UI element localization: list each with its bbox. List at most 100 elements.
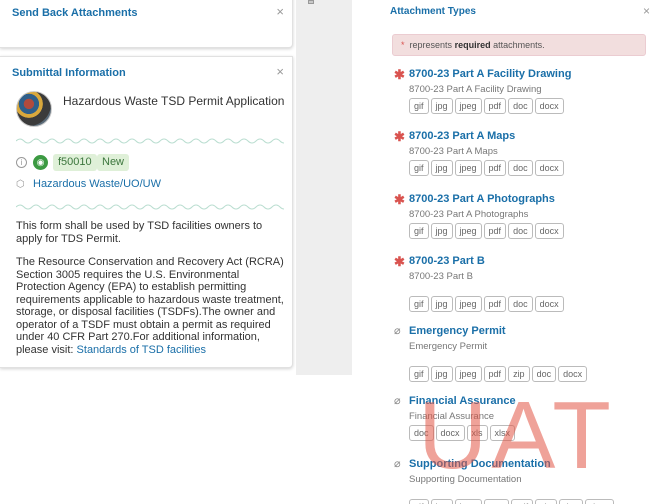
file-extension-badge: doc <box>558 499 584 504</box>
globe-icon: ◉ <box>33 155 48 170</box>
file-extension-badge: docx <box>534 296 564 312</box>
send-back-header: Send Back Attachments × <box>0 0 292 25</box>
left-column: Send Back Attachments × Submittal Inform… <box>0 0 295 504</box>
paperclip-icon: ⌀ <box>394 458 401 470</box>
file-extension-badge: jpg <box>430 296 453 312</box>
file-extension-badge: jpg <box>430 98 453 114</box>
required-note-post: attachments. <box>493 40 545 50</box>
submittal-information-panel: Submittal Information × Hazardous Waste … <box>0 56 293 368</box>
attachment-name-link[interactable]: Supporting Documentation <box>409 458 551 470</box>
file-extension-badge: doc <box>508 223 533 239</box>
file-extension-badge: doc <box>531 366 557 382</box>
extension-list: gif jpg jpeg pdf doc docx <box>409 160 564 176</box>
attachment-types-title: Attachment Types <box>390 6 476 17</box>
required-legend: * represents required attachments. <box>392 34 646 56</box>
extension-list: gifjpgjpegpngpdfzipdocdocx <box>409 499 615 504</box>
file-extension-badge: pdf <box>483 296 507 312</box>
agency-seal-icon <box>16 91 52 127</box>
status-badge: New <box>97 154 130 171</box>
file-extension-badge: docx <box>558 366 588 382</box>
file-extension-badge: jpeg <box>454 223 482 239</box>
file-extension-badge: pdf <box>483 160 507 176</box>
attachment-name-link[interactable]: 8700-23 Part A Photographs <box>409 193 555 205</box>
attachment-description: Emergency Permit <box>409 341 488 352</box>
form-id-badge: f50010 <box>53 154 97 171</box>
file-extension-badge: docx <box>435 425 465 441</box>
file-extension-badge: jpg <box>430 223 453 239</box>
file-extension-badge: gif <box>409 223 429 239</box>
file-extension-badge: docx <box>585 499 615 504</box>
file-extension-badge: png <box>483 499 509 504</box>
attachment-name-link[interactable]: Financial Assurance <box>409 395 516 407</box>
file-extension-badge: jpeg <box>454 366 482 382</box>
file-extension-badge: pdf <box>510 499 534 504</box>
form-description: This form shall be used by TSD facilitie… <box>16 220 284 367</box>
info-icon[interactable]: i <box>16 157 27 168</box>
attachment-types-panel: Attachment Types × * represents required … <box>380 0 658 504</box>
paperclip-icon: ⌀ <box>394 325 401 337</box>
submittal-title: Submittal Information <box>12 67 126 79</box>
paperclip-icon: ⌀ <box>394 395 401 407</box>
file-extension-badge: gif <box>409 296 429 312</box>
wavy-divider <box>16 204 284 210</box>
attachment-description: 8700-23 Part B <box>409 271 473 282</box>
scrollbar-handle[interactable] <box>308 0 314 4</box>
required-star-icon: ✱ <box>394 254 405 269</box>
attachment-name-link[interactable]: 8700-23 Part A Maps <box>409 130 515 142</box>
application-row: Hazardous Waste TSD Permit Application <box>16 91 286 131</box>
standards-link[interactable]: Standards of TSD facilities <box>77 344 206 356</box>
file-extension-badge: pdf <box>483 223 507 239</box>
tag-icon: ⬡ <box>16 179 25 190</box>
required-star-icon: ✱ <box>394 129 405 144</box>
required-star-icon: * <box>401 40 405 50</box>
file-extension-badge: jpeg <box>454 499 482 504</box>
file-extension-badge: jpg <box>430 366 453 382</box>
close-icon[interactable]: × <box>643 4 650 18</box>
extension-list: gif jpg jpeg pdf doc docx <box>409 223 564 239</box>
wavy-divider <box>16 138 284 144</box>
file-extension-badge: xls <box>466 425 488 441</box>
description-paragraph: This form shall be used by TSD facilitie… <box>16 220 263 245</box>
send-back-title: Send Back Attachments <box>12 7 138 19</box>
file-extension-badge: doc <box>508 296 533 312</box>
category-tag-link[interactable]: Hazardous Waste/UO/UW <box>33 178 161 190</box>
file-extension-badge: doc <box>508 98 533 114</box>
file-extension-badge: gif <box>409 98 429 114</box>
attachment-name-link[interactable]: Emergency Permit <box>409 325 506 337</box>
file-extension-badge: docx <box>534 223 564 239</box>
meta-row: i ◉ f50010 New <box>16 154 286 174</box>
description-paragraph: The Resource Conservation and Recovery A… <box>16 256 284 356</box>
submittal-header: Submittal Information × <box>0 57 292 85</box>
file-extension-badge: docx <box>534 98 564 114</box>
file-extension-badge: docx <box>534 160 564 176</box>
close-icon[interactable]: × <box>276 4 284 19</box>
file-extension-badge: jpeg <box>454 98 482 114</box>
extension-list: gif jpg jpeg pdf zip doc docx <box>409 366 588 382</box>
attachment-description: Supporting Documentation <box>409 474 522 485</box>
file-extension-badge: jpeg <box>454 296 482 312</box>
attachment-description: 8700-23 Part A Photographs <box>409 209 529 220</box>
attachment-name-link[interactable]: 8700-23 Part A Facility Drawing <box>409 68 571 80</box>
attachment-description: Financial Assurance <box>409 411 495 422</box>
file-extension-badge: xlsx <box>489 425 516 441</box>
required-star-icon: ✱ <box>394 67 405 82</box>
file-extension-badge: gif <box>409 499 429 504</box>
required-star-icon: ✱ <box>394 192 405 207</box>
required-note-bold: required <box>454 40 491 50</box>
background-gutter <box>296 0 352 375</box>
file-extension-badge: jpeg <box>454 160 482 176</box>
extension-list: doc docx xls xlsx <box>409 425 516 441</box>
extension-list: gif jpg jpeg pdf doc docx <box>409 296 564 312</box>
file-extension-badge: jpg <box>430 160 453 176</box>
file-extension-badge: jpg <box>430 499 453 504</box>
file-extension-badge: zip <box>535 499 557 504</box>
file-extension-badge: zip <box>508 366 530 382</box>
file-extension-badge: doc <box>508 160 533 176</box>
description-text: The Resource Conservation and Recovery A… <box>16 256 284 356</box>
close-icon[interactable]: × <box>276 64 284 79</box>
file-extension-badge: pdf <box>483 98 507 114</box>
file-extension-badge: pdf <box>483 366 507 382</box>
file-extension-badge: doc <box>409 425 434 441</box>
attachment-name-link[interactable]: 8700-23 Part B <box>409 255 485 267</box>
extension-list: gif jpg jpeg pdf doc docx <box>409 98 564 114</box>
